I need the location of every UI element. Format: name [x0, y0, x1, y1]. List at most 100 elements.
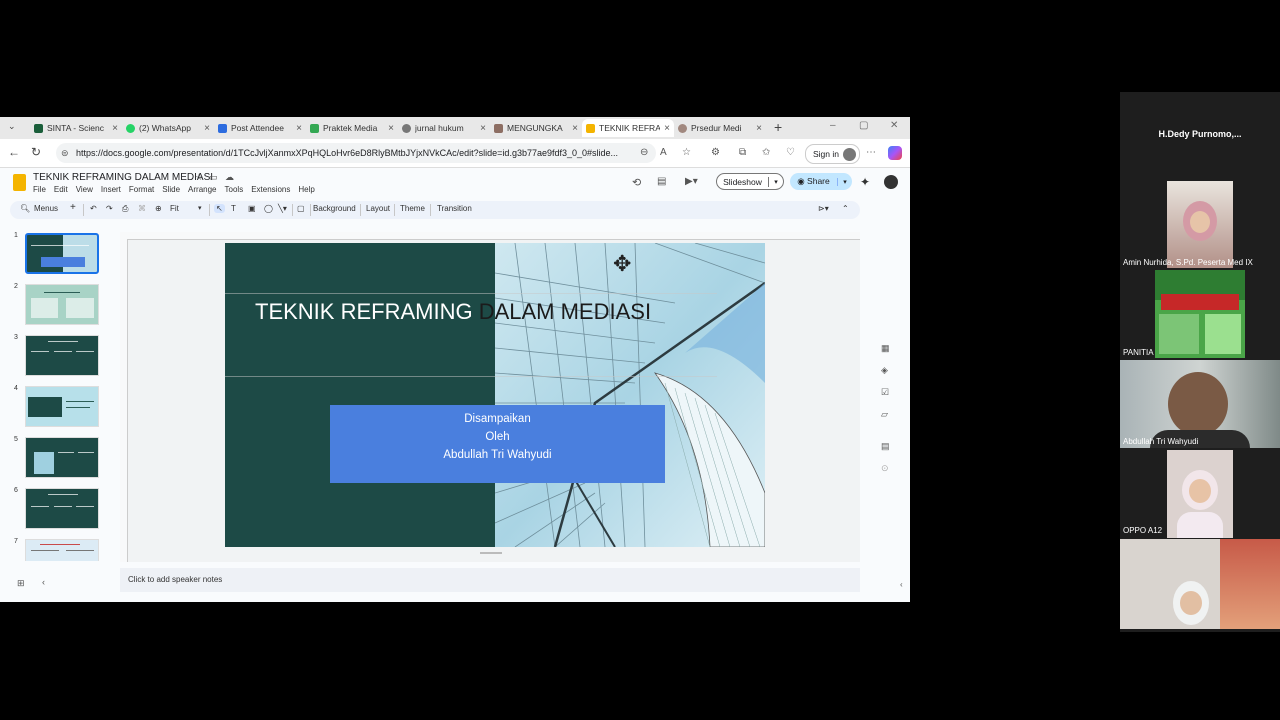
select-cursor-icon[interactable]: ↖ — [214, 204, 225, 213]
split-screen-icon[interactable]: ⧉ — [739, 147, 746, 158]
menu-tools[interactable]: Tools — [225, 185, 244, 194]
share-button[interactable]: ◉ Share ▾ — [790, 173, 852, 190]
collapse-toolbar-icon[interactable]: ⌃ — [842, 204, 849, 213]
chevron-down-icon[interactable]: ▾ — [198, 204, 202, 212]
close-tab-icon[interactable]: × — [204, 123, 210, 134]
drive-icon[interactable]: ▱ — [881, 409, 888, 420]
menu-extensions[interactable]: Extensions — [251, 185, 290, 194]
tab-sinta[interactable]: SINTA - Scienc × — [30, 119, 122, 137]
version-history-icon[interactable]: ⟲ — [632, 176, 641, 189]
zoom-icon[interactable]: ⊕ — [155, 204, 162, 213]
share-dropdown-icon[interactable]: ▾ — [837, 177, 852, 186]
close-window-icon[interactable]: ✕ — [890, 120, 898, 131]
horizontal-ruler[interactable] — [120, 232, 860, 240]
current-slide[interactable]: TEKNIK REFRAMING DALAM MEDIASI Disampaik… — [225, 243, 765, 547]
minimize-icon[interactable]: – — [830, 120, 836, 131]
shape-icon[interactable]: ◯ — [264, 204, 273, 213]
slide-thumbnail-6[interactable] — [25, 488, 99, 529]
pen-mode-icon[interactable]: ⊳▾ — [818, 204, 829, 213]
speaker-notes[interactable]: Click to add speaker notes — [120, 568, 860, 592]
contacts-icon[interactable]: ▤ — [881, 441, 890, 452]
menu-slide[interactable]: Slide — [162, 185, 180, 194]
redo-icon[interactable]: ↷ — [106, 204, 113, 213]
slide-canvas[interactable]: TEKNIK REFRAMING DALAM MEDIASI Disampaik… — [120, 232, 860, 562]
participant-video-oppo[interactable] — [1167, 450, 1233, 538]
maximize-icon[interactable]: ▢ — [859, 120, 868, 131]
copilot-icon[interactable] — [888, 146, 902, 160]
subtitle-box[interactable]: Disampaikan Oleh Abdullah Tri Wahyudi — [330, 405, 665, 483]
read-aloud-icon[interactable]: A — [660, 147, 667, 158]
line-icon[interactable]: ╲▾ — [278, 204, 287, 213]
participant-video-5[interactable] — [1120, 539, 1280, 629]
new-tab-icon[interactable]: + — [774, 119, 782, 135]
search-icon[interactable]: 🔍︎ — [20, 204, 30, 213]
bookmark-star-icon[interactable]: ☆ — [682, 147, 691, 158]
document-title[interactable]: TEKNIK REFRAMING DALAM MEDIASI — [33, 172, 213, 183]
zoom-icon[interactable]: ⊖ — [640, 147, 648, 158]
background-button[interactable]: Background — [313, 204, 356, 213]
site-info-icon[interactable]: ⊜ — [61, 143, 69, 163]
participant-video-abdullah[interactable] — [1120, 360, 1280, 448]
menu-insert[interactable]: Insert — [101, 185, 121, 194]
slides-logo-icon[interactable] — [13, 174, 26, 191]
comment-add-icon[interactable]: ▢ — [297, 204, 305, 213]
grid-view-icon[interactable]: ⊞ — [17, 578, 25, 589]
move-folder-icon[interactable]: ▭ — [209, 172, 218, 183]
paint-format-icon[interactable]: ⌘ — [138, 204, 146, 213]
architecture-image[interactable] — [494, 243, 765, 547]
add-on-icon[interactable]: ⊙ — [881, 463, 889, 474]
speaker-notes-placeholder[interactable]: Click to add speaker notes — [128, 575, 222, 584]
meet-camera-icon[interactable]: ▶▾ — [685, 176, 698, 187]
menu-format[interactable]: Format — [129, 185, 154, 194]
extensions-icon[interactable]: ⚙ — [711, 147, 720, 158]
menu-file[interactable]: File — [33, 185, 46, 194]
menu-view[interactable]: View — [76, 185, 93, 194]
account-avatar[interactable] — [884, 175, 898, 189]
slideshow-dropdown-icon[interactable]: ▾ — [769, 178, 783, 186]
image-icon[interactable]: ▣ — [248, 204, 256, 213]
transition-button[interactable]: Transition — [437, 204, 472, 213]
menu-edit[interactable]: Edit — [54, 185, 68, 194]
close-tab-icon[interactable]: × — [112, 123, 118, 134]
close-tab-icon[interactable]: × — [572, 123, 578, 134]
more-menu-icon[interactable]: ⋯ — [866, 147, 876, 158]
participant-tile-panitia[interactable] — [1155, 270, 1245, 358]
tab-post-attendee[interactable]: Post Attendee × — [214, 119, 306, 137]
calendar-icon[interactable]: ▦ — [881, 343, 890, 354]
zoom-select[interactable]: Fit — [170, 204, 179, 213]
tab-teknik-reframing[interactable]: TEKNIK REFRA × — [582, 119, 674, 137]
favorites-icon[interactable]: ✩ — [762, 147, 770, 158]
participant-video-amin[interactable] — [1167, 181, 1233, 268]
tab-list-icon[interactable]: ⌄ — [8, 121, 16, 132]
slide-thumbnail-7[interactable] — [25, 539, 99, 561]
close-tab-icon[interactable]: × — [388, 123, 394, 134]
menu-arrange[interactable]: Arrange — [188, 185, 216, 194]
url-field[interactable]: ⊜ https://docs.google.com/presentation/d… — [56, 143, 656, 163]
browser-essentials-icon[interactable]: ♡ — [786, 147, 795, 158]
new-slide-icon[interactable]: + — [70, 202, 76, 213]
gemini-sparkle-icon[interactable]: ✦ — [860, 175, 870, 189]
tab-mengungkap[interactable]: MENGUNGKA × — [490, 119, 582, 137]
reload-icon[interactable]: ↻ — [31, 145, 41, 159]
close-tab-icon[interactable]: × — [296, 123, 302, 134]
menu-help[interactable]: Help — [298, 185, 314, 194]
tab-prsedur-mediasi[interactable]: Prsedur Medi × — [674, 119, 766, 137]
undo-icon[interactable]: ↶ — [90, 204, 97, 213]
slideshow-button[interactable]: Slideshow ▾ — [716, 173, 784, 190]
sign-in-button[interactable]: Sign in — [805, 144, 860, 164]
search-menus[interactable]: Menus — [34, 204, 58, 213]
layout-button[interactable]: Layout — [366, 204, 390, 213]
slide-thumbnail-2[interactable] — [25, 284, 99, 325]
close-tab-icon[interactable]: × — [756, 123, 762, 134]
slide-thumbnail-1[interactable] — [25, 233, 99, 274]
expand-panel-icon[interactable]: ‹ — [900, 580, 903, 589]
notes-resize-handle[interactable] — [480, 552, 502, 554]
close-tab-icon[interactable]: × — [480, 123, 486, 134]
close-tab-icon[interactable]: × — [664, 123, 670, 134]
theme-button[interactable]: Theme — [400, 204, 425, 213]
tab-praktek-mediasi[interactable]: Praktek Media × — [306, 119, 398, 137]
tab-jurnal-hukum[interactable]: jurnal hukum × — [398, 119, 490, 137]
keep-icon[interactable]: ◈ — [881, 365, 888, 376]
tasks-icon[interactable]: ☑ — [881, 387, 889, 398]
print-icon[interactable]: ⎙ — [122, 204, 128, 214]
